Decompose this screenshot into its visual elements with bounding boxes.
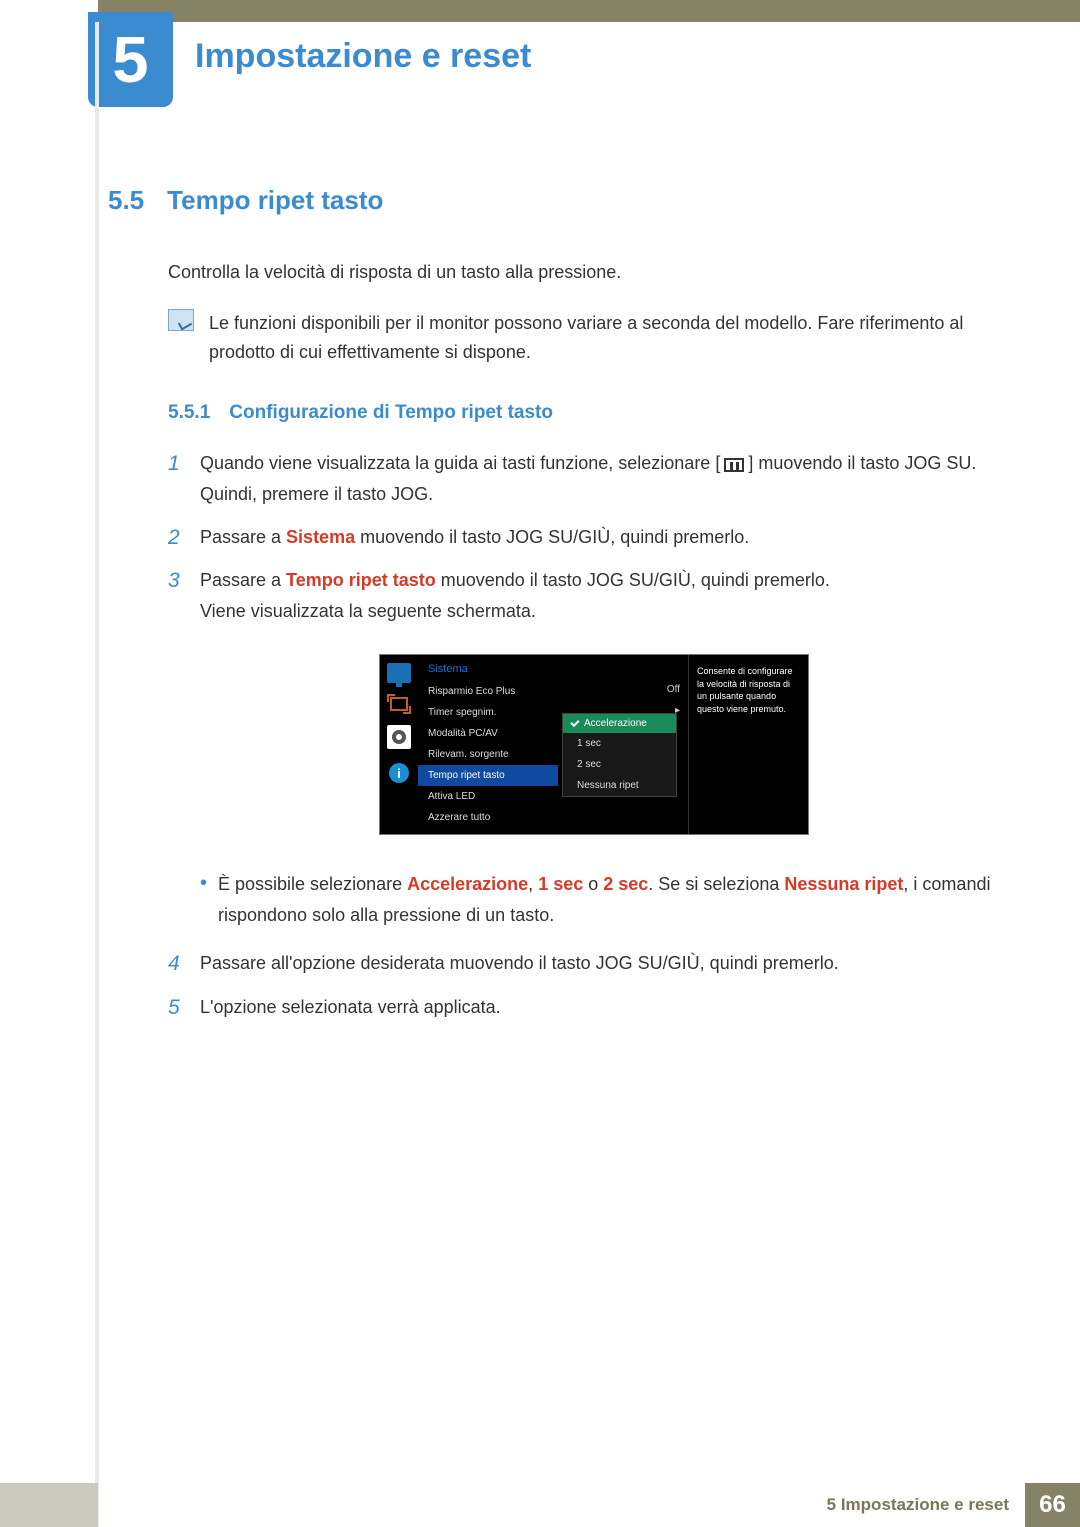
note-text: Le funzioni disponibili per il monitor p… (209, 309, 1020, 367)
osd-dropdown-option: 2 sec (563, 754, 676, 775)
bold-term: Sistema (286, 527, 355, 547)
osd-item-source: Rilevam. sorgente (418, 744, 558, 765)
bullet-text: . Se si seleziona (648, 874, 784, 894)
osd-icon-column: i (380, 655, 418, 834)
subsection-title: Configurazione di Tempo ripet tasto (229, 402, 553, 423)
step-text: muovendo il tasto JOG SU/GIÙ, quindi pre… (436, 570, 830, 590)
monitor-icon (387, 663, 411, 683)
step-number: 1 (168, 448, 200, 509)
step-3-bullet: • È possibile selezionare Accelerazione,… (168, 863, 1020, 936)
osd-item-eco: Risparmio Eco Plus (418, 681, 558, 702)
chapter-title: Impostazione e reset (195, 37, 531, 76)
section-number: 5.5 (108, 185, 144, 216)
osd-help-text: Consente di configurare la velocità di r… (688, 655, 808, 834)
step-1: 1 Quando viene visualizzata la guida ai … (168, 448, 1020, 509)
bold-term: Nessuna ripet (784, 874, 903, 894)
step-number: 4 (168, 948, 200, 980)
osd-item-reset: Azzerare tutto (418, 807, 558, 828)
osd-item-led: Attiva LED (418, 786, 558, 807)
osd-screenshot: i Sistema Risparmio Eco Plus Timer spegn… (379, 654, 809, 835)
bold-term: Accelerazione (407, 874, 528, 894)
bullet-text: o (583, 874, 603, 894)
section-title: Tempo ripet tasto (167, 185, 383, 216)
bullet-icon: • (200, 869, 218, 930)
osd-dropdown-selected: Accelerazione (563, 714, 676, 733)
osd-value-column: Off ▸ Accelerazione 1 sec 2 sec Nessuna … (558, 655, 688, 834)
step-number: 5 (168, 992, 200, 1024)
step-number: 2 (168, 522, 200, 554)
osd-item-repeat: Tempo ripet tasto (418, 765, 558, 786)
osd-dropdown: Accelerazione 1 sec 2 sec Nessuna ripet (562, 713, 677, 797)
step-text: Passare a (200, 570, 286, 590)
bullet-text: È possibile selezionare (218, 874, 407, 894)
footer-left-bar (0, 1483, 98, 1527)
note-icon (168, 309, 194, 331)
page-footer: 5 Impostazione e reset 66 (0, 1483, 1080, 1527)
osd-dropdown-option: Nessuna ripet (563, 775, 676, 796)
step-5: 5 L'opzione selezionata verrà applicata. (168, 992, 1020, 1024)
chapter-number-badge: 5 (88, 12, 173, 107)
intro-paragraph: Controlla la velocità di risposta di un … (168, 258, 1020, 287)
step-text: Passare a (200, 527, 286, 547)
osd-item-timer: Timer spegnim. (418, 702, 558, 723)
info-icon: i (389, 763, 409, 783)
footer-page-number: 66 (1025, 1483, 1080, 1527)
section-heading: 5.5 Tempo ripet tasto (108, 185, 1020, 216)
note-block: Le funzioni disponibili per il monitor p… (168, 309, 1020, 367)
osd-item-pcav: Modalità PC/AV (418, 723, 558, 744)
bold-term: Tempo ripet tasto (286, 570, 436, 590)
check-icon (570, 718, 579, 727)
step-4: 4 Passare all'opzione desiderata muovend… (168, 948, 1020, 980)
bold-term: 2 sec (603, 874, 648, 894)
osd-menu-title: Sistema (418, 661, 558, 681)
step-text: muovendo il tasto JOG SU/GIÙ, quindi pre… (355, 527, 749, 547)
footer-chapter-label: 5 Impostazione e reset (827, 1483, 1025, 1527)
step-text: Quando viene visualizzata la guida ai ta… (200, 453, 720, 473)
step-3: 3 Passare a Tempo ripet tasto muovendo i… (168, 565, 1020, 626)
osd-value-off: Off (558, 679, 688, 700)
header-bar (98, 0, 1080, 22)
bullet-text: , (528, 874, 538, 894)
bold-term: 1 sec (538, 874, 583, 894)
step-text: Viene visualizzata la seguente schermata… (200, 596, 830, 627)
osd-menu-list: Sistema Risparmio Eco Plus Timer spegnim… (418, 655, 558, 834)
step-text: L'opzione selezionata verrà applicata. (200, 992, 501, 1024)
osd-dropdown-option: 1 sec (563, 733, 676, 754)
osd-dropdown-label: Accelerazione (584, 718, 647, 729)
left-margin-bar (95, 22, 99, 1527)
subsection-number: 5.5.1 (168, 402, 210, 423)
step-2: 2 Passare a Sistema muovendo il tasto JO… (168, 522, 1020, 554)
expand-icon (390, 697, 408, 711)
step-number: 3 (168, 565, 200, 626)
gear-icon (387, 725, 411, 749)
step-text: Passare all'opzione desiderata muovendo … (200, 948, 839, 980)
jog-menu-icon (724, 458, 744, 472)
subsection-heading: 5.5.1 Configurazione di Tempo ripet tast… (168, 402, 1020, 424)
